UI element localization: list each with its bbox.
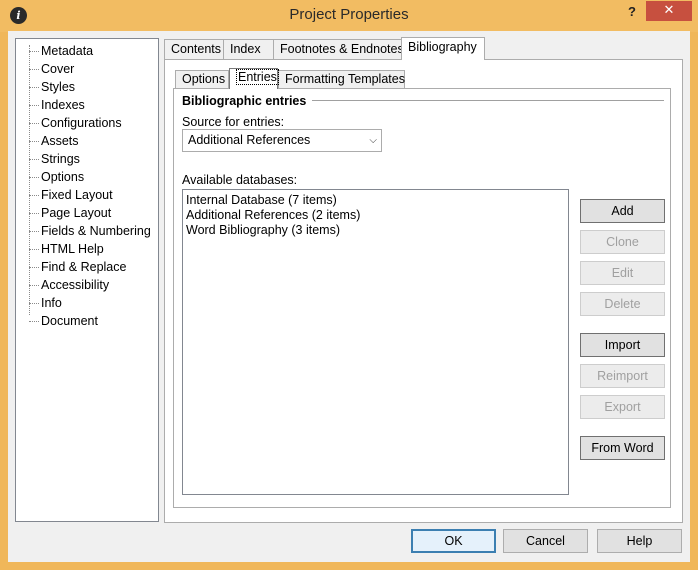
edit-button[interactable]: Edit (580, 261, 665, 285)
delete-button[interactable]: Delete (580, 292, 665, 316)
add-button[interactable]: Add (580, 199, 665, 223)
ok-button[interactable]: OK (411, 529, 496, 553)
title-bar[interactable]: i Project Properties ? ✕ (0, 0, 698, 32)
list-item[interactable]: Internal Database (7 items) (186, 193, 565, 208)
tree-item-html-help[interactable]: HTML Help (16, 241, 158, 259)
bibliography-panel: Options Entries Formatting Templates Bib… (164, 59, 683, 523)
project-properties-window: i Project Properties ? ✕ Metadata Cover … (0, 0, 698, 570)
tree-item-accessibility[interactable]: Accessibility (16, 277, 158, 295)
tree-list: Metadata Cover Styles Indexes Configurat… (16, 39, 158, 331)
tree-item-info[interactable]: Info (16, 295, 158, 313)
list-item[interactable]: Word Bibliography (3 items) (186, 223, 565, 238)
chevron-down-icon: ⌵ (369, 135, 377, 146)
list-item[interactable]: Additional References (2 items) (186, 208, 565, 223)
tree-item-indexes[interactable]: Indexes (16, 97, 158, 115)
tab-contents[interactable]: Contents (164, 39, 224, 60)
export-button[interactable]: Export (580, 395, 665, 419)
entries-panel: Bibliographic entries Source for entries… (173, 88, 671, 508)
source-label: Source for entries: (182, 115, 285, 129)
source-select[interactable]: Additional References ⌵ (182, 129, 382, 152)
import-button[interactable]: Import (580, 333, 665, 357)
tree-item-configurations[interactable]: Configurations (16, 115, 158, 133)
help-button[interactable]: Help (597, 529, 682, 553)
tab-options[interactable]: Options (175, 70, 229, 89)
properties-tree[interactable]: Metadata Cover Styles Indexes Configurat… (15, 38, 159, 522)
tree-item-assets[interactable]: Assets (16, 133, 158, 151)
tab-bibliography[interactable]: Bibliography (401, 37, 485, 60)
databases-label: Available databases: (182, 173, 298, 187)
databases-list[interactable]: Internal Database (7 items) Additional R… (182, 189, 569, 495)
from-word-button[interactable]: From Word (580, 436, 665, 460)
reimport-button[interactable]: Reimport (580, 364, 665, 388)
tree-item-styles[interactable]: Styles (16, 79, 158, 97)
tree-item-document[interactable]: Document (16, 313, 158, 331)
source-select-value: Additional References (188, 133, 311, 147)
tab-entries[interactable]: Entries (229, 68, 279, 89)
tab-index[interactable]: Index (223, 39, 274, 60)
tree-item-fields-numbering[interactable]: Fields & Numbering (16, 223, 158, 241)
tree-item-fixed-layout[interactable]: Fixed Layout (16, 187, 158, 205)
dialog-client-area: Metadata Cover Styles Indexes Configurat… (8, 31, 690, 562)
tree-item-metadata[interactable]: Metadata (16, 43, 158, 61)
tab-entries-label: Entries (236, 69, 279, 85)
help-icon[interactable]: ? (625, 4, 639, 24)
tree-item-find-replace[interactable]: Find & Replace (16, 259, 158, 277)
tree-item-options[interactable]: Options (16, 169, 158, 187)
group-divider (304, 100, 664, 101)
tree-item-page-layout[interactable]: Page Layout (16, 205, 158, 223)
close-button[interactable]: ✕ (646, 1, 692, 21)
tab-footnotes-endnotes[interactable]: Footnotes & Endnotes (273, 39, 404, 60)
group-title: Bibliographic entries (182, 94, 313, 108)
clone-button[interactable]: Clone (580, 230, 665, 254)
tree-item-strings[interactable]: Strings (16, 151, 158, 169)
window-title: Project Properties (289, 6, 409, 23)
tab-formatting-templates[interactable]: Formatting Templates (278, 70, 405, 89)
cancel-button[interactable]: Cancel (503, 529, 588, 553)
tree-item-cover[interactable]: Cover (16, 61, 158, 79)
